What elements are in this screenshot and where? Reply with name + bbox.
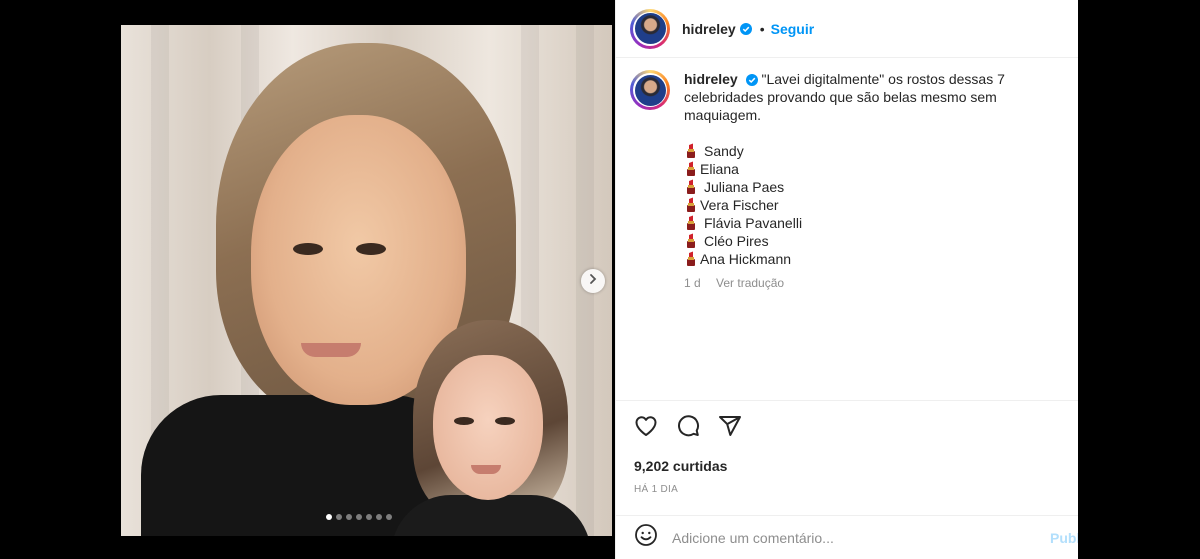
media-pane [0, 0, 615, 559]
inset-person-face [433, 355, 543, 500]
emoji-icon[interactable] [634, 523, 658, 552]
person-eye [293, 243, 323, 255]
celebrity-name: Vera Fischer [700, 197, 779, 213]
person-mouth [301, 343, 361, 357]
comment-bar: Publicar [616, 515, 1105, 559]
inset-person-eye [454, 417, 474, 425]
carousel-dot [326, 514, 332, 520]
caption-username[interactable]: hidreley [684, 71, 738, 87]
avatar-image [634, 74, 666, 106]
comment-icon [676, 414, 700, 443]
follow-button[interactable]: Seguir [771, 21, 815, 37]
see-translation-link[interactable]: Ver tradução [716, 276, 784, 290]
inset-person-eye [495, 417, 515, 425]
post-timestamp[interactable]: HÁ 1 DIA [634, 484, 678, 495]
post-details-panel: hidreley • Seguir hidreley "Lavei digita… [615, 0, 1105, 559]
avatar[interactable] [630, 8, 670, 49]
celebrity-name: Ana Hickmann [700, 251, 792, 267]
lipstick-emoji-icon [684, 233, 698, 249]
heart-icon [634, 414, 658, 443]
avatar-image [634, 13, 666, 44]
carousel-dot [336, 514, 342, 520]
celebrity-name: Cléo Pires [704, 233, 769, 249]
share-button[interactable] [717, 415, 743, 441]
carousel-dot [366, 514, 372, 520]
celebrity-list-item: Vera Fischer [684, 196, 1070, 214]
caption: hidreley "Lavei digitalmente" os rostos … [630, 70, 1070, 292]
celebrity-list-item: Juliana Paes [684, 178, 1070, 196]
lipstick-emoji-icon [684, 251, 698, 267]
comment-button[interactable] [675, 414, 701, 443]
carousel-dot [376, 514, 382, 520]
separator-dot: • [759, 20, 765, 37]
celebrity-list: Sandy Eliana Juliana Paes Vera Fischer Flávi… [684, 142, 1070, 268]
celebrity-name: Sandy [704, 143, 744, 159]
verified-badge-icon [739, 22, 752, 35]
carousel-indicator [326, 514, 392, 520]
celebrity-list-item: Flávia Pavanelli [684, 214, 1070, 232]
celebrity-list-item: Sandy [684, 142, 1070, 160]
lipstick-emoji-icon [684, 179, 698, 195]
caption-avatar[interactable] [630, 70, 670, 110]
username-link[interactable]: hidreley [682, 21, 736, 37]
celebrity-list-item: Ana Hickmann [684, 250, 1070, 268]
lipstick-emoji-icon [684, 197, 698, 213]
carousel-dot [346, 514, 352, 520]
carousel-dot [386, 514, 392, 520]
celebrity-name: Juliana Paes [704, 179, 785, 195]
actions-bar: 9,202 curtidas HÁ 1 DIA [616, 400, 1079, 495]
likes-count[interactable]: 9,202 curtidas [634, 458, 727, 474]
inset-person-mouth [471, 465, 501, 474]
person-eye [356, 243, 386, 255]
celebrity-list-item: Cléo Pires [684, 232, 1070, 250]
caption-meta: 1 d Ver tradução [684, 274, 1070, 292]
carousel-dot [356, 514, 362, 520]
carousel-next-button[interactable] [581, 269, 605, 293]
post-photo[interactable] [121, 25, 612, 536]
comment-input[interactable] [672, 529, 1032, 546]
send-icon [718, 414, 742, 443]
post-header: hidreley • Seguir [616, 0, 1079, 58]
like-button[interactable] [633, 415, 659, 441]
celebrity-list-item: Eliana [684, 160, 1070, 178]
caption-age: 1 d [684, 276, 701, 290]
celebrity-name: Eliana [700, 161, 739, 177]
celebrity-name: Flávia Pavanelli [704, 215, 803, 231]
lipstick-emoji-icon [684, 161, 698, 177]
lipstick-emoji-icon [684, 215, 698, 231]
verified-badge-icon [745, 74, 758, 87]
overlay-backdrop [1078, 0, 1200, 559]
lipstick-emoji-icon [684, 143, 698, 159]
chevron-right-icon [587, 272, 599, 290]
